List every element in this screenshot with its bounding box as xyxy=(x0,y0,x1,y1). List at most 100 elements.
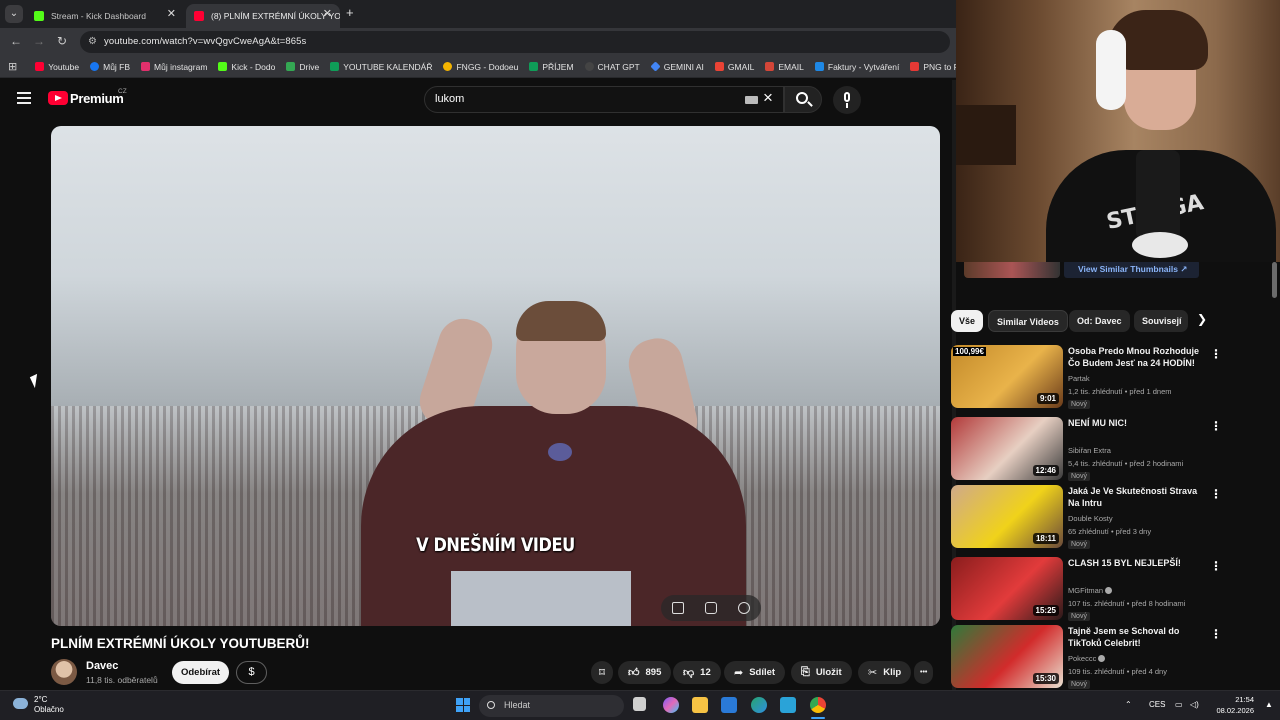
edge-icon[interactable] xyxy=(751,697,767,713)
partial-thumbnail[interactable] xyxy=(964,260,1060,278)
more-vertical-icon[interactable]: ⋮ xyxy=(1210,559,1222,573)
video-thumbnail[interactable]: 12:46 xyxy=(951,417,1063,480)
search-input[interactable]: lukom × xyxy=(424,86,784,113)
chrome-icon[interactable] xyxy=(810,697,826,713)
camera-icon[interactable] xyxy=(738,602,751,614)
video-thumbnail[interactable]: 100,99€ 9:01 xyxy=(951,345,1063,408)
share-button[interactable]: ➦ Sdílet xyxy=(724,661,786,684)
video-title[interactable]: Jaká Je Ve Skutečnosti Strava Na Intru xyxy=(1068,485,1208,509)
list-item[interactable]: 12:46 NENÍ MU NIC! Sibiřan Extra 5,4 tis. z… xyxy=(951,417,1271,481)
channel-name[interactable]: Pokeccc xyxy=(1068,654,1106,663)
view-similar-thumbnails-button[interactable]: View Similar Thumbnails ↗ xyxy=(1064,260,1199,278)
video-thumbnail[interactable]: 15:30 xyxy=(951,625,1063,688)
video-title[interactable]: NENÍ MU NIC! xyxy=(1068,417,1208,429)
tab-youtube-video[interactable]: (8) PLNÍM EXTRÉMNÍ ÚKOLY YO ✕ xyxy=(186,4,340,28)
chevron-down-icon[interactable]: ⌄ xyxy=(5,5,23,23)
list-item[interactable]: 100,99€ 9:01 Osoba Predo Mnou Rozhoduje Čo… xyxy=(951,345,1271,409)
youtube-logo-icon[interactable] xyxy=(48,91,68,105)
bookmark-instagram[interactable]: Můj instagram xyxy=(141,62,207,72)
bookmark-label: Drive xyxy=(299,61,320,72)
video-title[interactable]: Osoba Predo Mnou Rozhoduje Čo Budem Jesť… xyxy=(1068,345,1208,369)
system-clock[interactable]: 21:54 08.02.2026 xyxy=(1214,694,1254,716)
windows-start-icon[interactable] xyxy=(456,698,470,712)
url-field[interactable]: ⚙ youtube.com/watch?v=wvQgvCweAgA&t=865s xyxy=(80,31,950,53)
bookmark-email[interactable]: EMAIL xyxy=(765,62,804,72)
channel-name[interactable]: Sibiřan Extra xyxy=(1068,446,1111,455)
hamburger-menu-icon[interactable] xyxy=(17,92,31,104)
support-dollar-button[interactable]: $ xyxy=(236,661,267,684)
clear-search-icon[interactable]: × xyxy=(763,88,773,108)
clip-button[interactable]: ✂ Klip xyxy=(858,661,912,684)
video-thumbnail[interactable]: 18:11 xyxy=(951,485,1063,548)
bookmark-drive[interactable]: Drive xyxy=(286,62,319,72)
channel-name[interactable]: Double Kosty xyxy=(1068,514,1113,523)
bookmark-gmail[interactable]: GMAIL xyxy=(714,62,754,72)
bookmark-youtube[interactable]: Youtube xyxy=(35,62,79,72)
channel-name[interactable]: Partak xyxy=(1068,374,1090,383)
more-vertical-icon[interactable]: ⋮ xyxy=(1210,487,1222,501)
search-button[interactable] xyxy=(784,86,822,113)
site-info-icon[interactable]: ⚙ xyxy=(88,36,97,47)
more-actions-button[interactable]: ••• xyxy=(914,661,934,684)
file-explorer-icon[interactable] xyxy=(692,697,708,713)
video-player[interactable]: V DNEŠNÍM VIDEU xyxy=(51,126,940,626)
save-button[interactable]: ⎘ Uložit xyxy=(791,661,852,684)
new-tab-button[interactable]: + xyxy=(346,5,354,20)
youtube-premium-logo-text[interactable]: Premium xyxy=(70,91,124,106)
cloud-icon[interactable] xyxy=(13,698,28,709)
files-app-icon[interactable] xyxy=(780,697,796,713)
copilot-icon[interactable] xyxy=(663,697,679,713)
notification-bell-icon[interactable]: ▲ xyxy=(1265,700,1273,709)
video-title[interactable]: Tajně Jsem se Schoval do TikToků Celebri… xyxy=(1068,625,1208,649)
image-icon[interactable] xyxy=(671,602,684,614)
bookmark-png-to-pdf[interactable]: PNG to PDF xyxy=(910,62,956,72)
video-thumbnail[interactable]: 15:25 xyxy=(951,557,1063,620)
more-vertical-icon[interactable]: ⋮ xyxy=(1210,419,1222,433)
volume-icon[interactable]: ◁) xyxy=(1190,700,1199,709)
back-arrow-icon[interactable]: ← xyxy=(10,34,22,48)
bookmark-youtube-calendar[interactable]: YOUTUBE KALENDÁŘ xyxy=(330,62,432,72)
chevron-right-icon[interactable]: ❯ xyxy=(1197,312,1207,326)
close-icon[interactable]: ✕ xyxy=(167,7,176,20)
dislike-button[interactable]: 👎︎ 12 xyxy=(673,661,721,684)
chip-all[interactable]: Vše xyxy=(951,310,984,332)
outlook-icon[interactable] xyxy=(721,697,737,713)
network-icon[interactable]: ▭ xyxy=(1175,700,1183,709)
chip-similar-videos[interactable]: Similar Videos xyxy=(988,310,1068,332)
bookmark-facebook[interactable]: Můj FB xyxy=(90,62,130,72)
tab-kick-dashboard[interactable]: Stream - Kick Dashboard ✕ xyxy=(26,4,184,28)
voice-search-button[interactable] xyxy=(833,86,861,114)
chevron-up-icon[interactable]: ⌃ xyxy=(1125,700,1132,709)
weather-widget[interactable]: 2°C Oblačno xyxy=(34,695,64,715)
channel-name[interactable]: Davec xyxy=(86,660,118,672)
taskbar-search[interactable]: Hledat xyxy=(479,695,624,717)
avatar[interactable] xyxy=(51,659,77,685)
chip-from-channel[interactable]: Od: Davec xyxy=(1069,310,1130,332)
document-icon[interactable] xyxy=(704,602,717,614)
bookmark-chatgpt[interactable]: CHAT GPT xyxy=(584,62,640,72)
subscribe-button[interactable]: Odebírat xyxy=(172,661,229,684)
bookmark-faktury[interactable]: Faktury - Vytváření xyxy=(814,62,899,72)
more-vertical-icon[interactable]: ⋮ xyxy=(1210,627,1222,641)
close-icon[interactable]: ✕ xyxy=(323,7,332,20)
bookmark-video-button[interactable]: ⌑ xyxy=(591,661,613,684)
bookmark-kick[interactable]: Kick - Dodo xyxy=(218,62,275,72)
chip-related[interactable]: Souvisejí xyxy=(1134,310,1188,332)
task-view-icon[interactable] xyxy=(633,697,646,711)
list-item[interactable]: 15:25 CLASH 15 BYL NEJLEPŠÍ! MGFitman 107 t… xyxy=(951,557,1271,621)
keyboard-icon[interactable] xyxy=(745,96,758,104)
list-item[interactable]: 18:11 Jaká Je Ve Skutečnosti Strava Na In… xyxy=(951,485,1271,549)
sidebar-scrollbar[interactable] xyxy=(1272,262,1277,298)
channel-name[interactable]: MGFitman xyxy=(1068,586,1113,595)
bookmark-prijem[interactable]: PŘÍJEM xyxy=(529,62,574,72)
like-button[interactable]: 👍︎ 895 xyxy=(618,661,672,684)
forward-arrow-icon[interactable]: → xyxy=(33,34,45,48)
reload-icon[interactable]: ↻ xyxy=(57,34,67,48)
bookmark-fngg[interactable]: FNGG - Dodoeu xyxy=(443,62,518,72)
language-indicator[interactable]: CES xyxy=(1149,700,1165,709)
video-title[interactable]: CLASH 15 BYL NEJLEPŠÍ! xyxy=(1068,557,1208,569)
apps-grid-icon[interactable]: ⊞ xyxy=(8,60,17,73)
bookmark-gemini[interactable]: GEMINI AI xyxy=(650,61,704,72)
more-vertical-icon[interactable]: ⋮ xyxy=(1210,347,1222,361)
list-item[interactable]: 15:30 Tajně Jsem se Schoval do TikToků Ce… xyxy=(951,625,1271,689)
